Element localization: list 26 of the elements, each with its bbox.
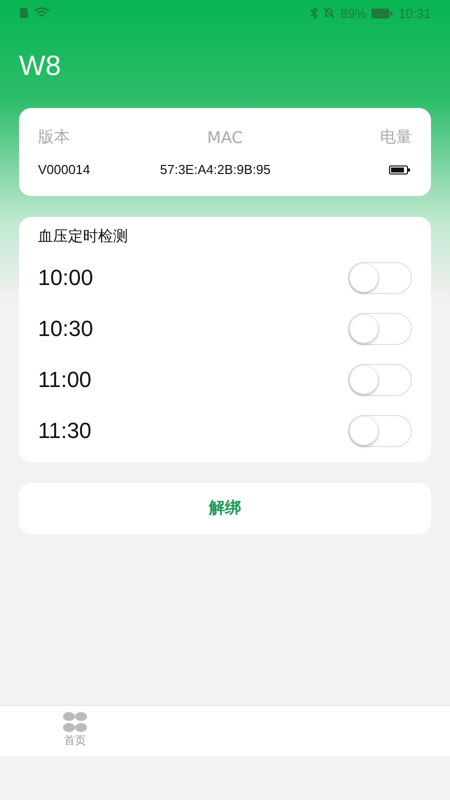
battery-icon xyxy=(389,164,411,174)
mac-value: 57:3E:A4:2B:9B:95 xyxy=(160,162,272,177)
time-label: 11:00 xyxy=(38,366,92,392)
section-title: 血压定时检测 xyxy=(38,227,129,246)
column-header: 电量 xyxy=(380,127,412,148)
battery-percent: 89% xyxy=(340,6,366,20)
version-value: V000014 xyxy=(38,162,92,177)
home-tab[interactable]: 首页 xyxy=(50,706,100,756)
time-label: 10:00 xyxy=(38,264,94,290)
column-header: MAC xyxy=(207,128,243,147)
muted-bell-icon xyxy=(323,7,336,19)
grid-icon xyxy=(62,711,88,733)
unbind-button[interactable]: 解绑 xyxy=(19,483,431,534)
wifi-icon xyxy=(34,7,50,19)
toggle-switch[interactable] xyxy=(348,262,412,294)
bluetooth-icon xyxy=(310,7,318,19)
sim-icon xyxy=(19,7,29,19)
toggle-switch[interactable] xyxy=(348,364,412,396)
toggle-switch[interactable] xyxy=(348,312,412,344)
clock: 10:31 xyxy=(398,6,431,20)
page-title: W8 xyxy=(19,50,62,83)
time-label: 11:30 xyxy=(38,418,92,444)
column-header: 版本 xyxy=(38,127,70,148)
battery-icon xyxy=(371,8,394,18)
toggle-switch[interactable] xyxy=(348,414,412,446)
time-label: 10:30 xyxy=(38,316,94,342)
